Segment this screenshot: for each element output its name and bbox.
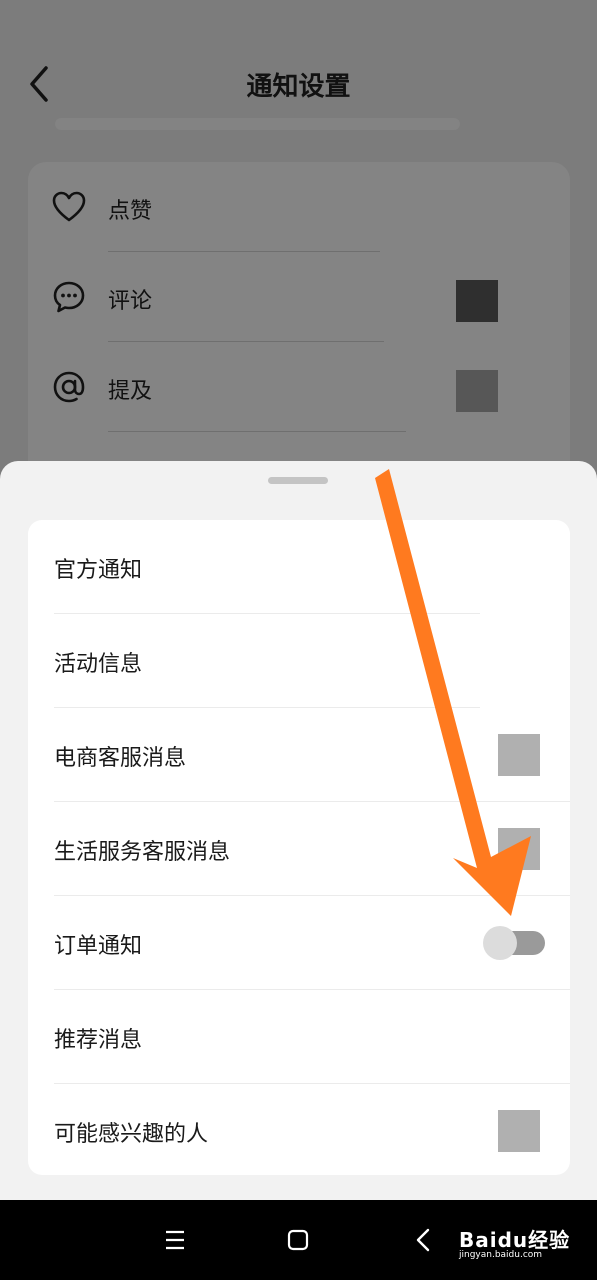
toggle-knob bbox=[483, 926, 517, 960]
baidu-watermark: Baidu经验 jingyan.baidu.com bbox=[455, 1218, 590, 1262]
bg-item-comment[interactable]: 评论 bbox=[28, 252, 570, 342]
redaction-block bbox=[456, 280, 498, 322]
list-item-label: 订单通知 bbox=[54, 934, 143, 959]
bg-item-label: 提及 bbox=[108, 379, 153, 404]
header: 通知设置 bbox=[0, 40, 597, 130]
bg-item-like[interactable]: 点赞 bbox=[28, 162, 570, 252]
sheet-drag-handle[interactable] bbox=[268, 477, 328, 484]
list-item-label: 可能感兴趣的人 bbox=[54, 1122, 209, 1147]
notification-list-card: 官方通知 活动信息 电商客服消息 生活服务客服消息 订单通知 推荐消息 可能感兴… bbox=[28, 520, 570, 1175]
list-item-interested-people[interactable]: 可能感兴趣的人 bbox=[28, 1084, 570, 1175]
home-button[interactable] bbox=[278, 1220, 318, 1260]
redaction-block bbox=[456, 370, 498, 412]
watermark-brand: Baidu经验 bbox=[459, 1228, 571, 1252]
redaction-block bbox=[498, 828, 540, 870]
page-title: 通知设置 bbox=[246, 72, 351, 102]
menu-icon bbox=[166, 1230, 184, 1250]
list-item-label: 活动信息 bbox=[54, 652, 143, 677]
bg-item-mention[interactable]: 提及 bbox=[28, 342, 570, 432]
background-settings-card: 点赞 评论 提及 bbox=[28, 162, 570, 482]
list-item-ecommerce-service[interactable]: 电商客服消息 bbox=[28, 708, 570, 802]
chevron-left-icon bbox=[416, 1228, 430, 1252]
list-item-label: 官方通知 bbox=[54, 558, 143, 583]
bg-item-label: 点赞 bbox=[108, 199, 153, 224]
bg-item-label: 评论 bbox=[108, 289, 153, 314]
bottom-sheet: 官方通知 活动信息 电商客服消息 生活服务客服消息 订单通知 推荐消息 可能感兴… bbox=[0, 461, 597, 1200]
list-item-label: 推荐消息 bbox=[54, 1028, 143, 1053]
header-divider bbox=[55, 118, 460, 130]
redaction-block bbox=[498, 734, 540, 776]
order-notification-toggle[interactable] bbox=[483, 926, 545, 960]
list-item-label: 生活服务客服消息 bbox=[54, 840, 231, 865]
redaction-block bbox=[498, 1110, 540, 1152]
home-square-icon bbox=[287, 1229, 309, 1251]
list-item-activity[interactable]: 活动信息 bbox=[28, 614, 570, 708]
divider bbox=[108, 431, 406, 432]
list-item-life-service[interactable]: 生活服务客服消息 bbox=[28, 802, 570, 896]
list-item-order[interactable]: 订单通知 bbox=[28, 896, 570, 990]
comment-icon bbox=[53, 281, 85, 313]
system-nav-bar: Baidu经验 jingyan.baidu.com bbox=[0, 1200, 597, 1280]
watermark-url: jingyan.baidu.com bbox=[459, 1250, 543, 1260]
list-item-official[interactable]: 官方通知 bbox=[28, 520, 570, 614]
list-item-recommend[interactable]: 推荐消息 bbox=[28, 990, 570, 1084]
back-nav-button[interactable] bbox=[403, 1220, 443, 1260]
heart-icon bbox=[52, 191, 86, 222]
at-icon bbox=[53, 371, 85, 403]
menu-button[interactable] bbox=[155, 1220, 195, 1260]
list-item-label: 电商客服消息 bbox=[54, 746, 187, 771]
